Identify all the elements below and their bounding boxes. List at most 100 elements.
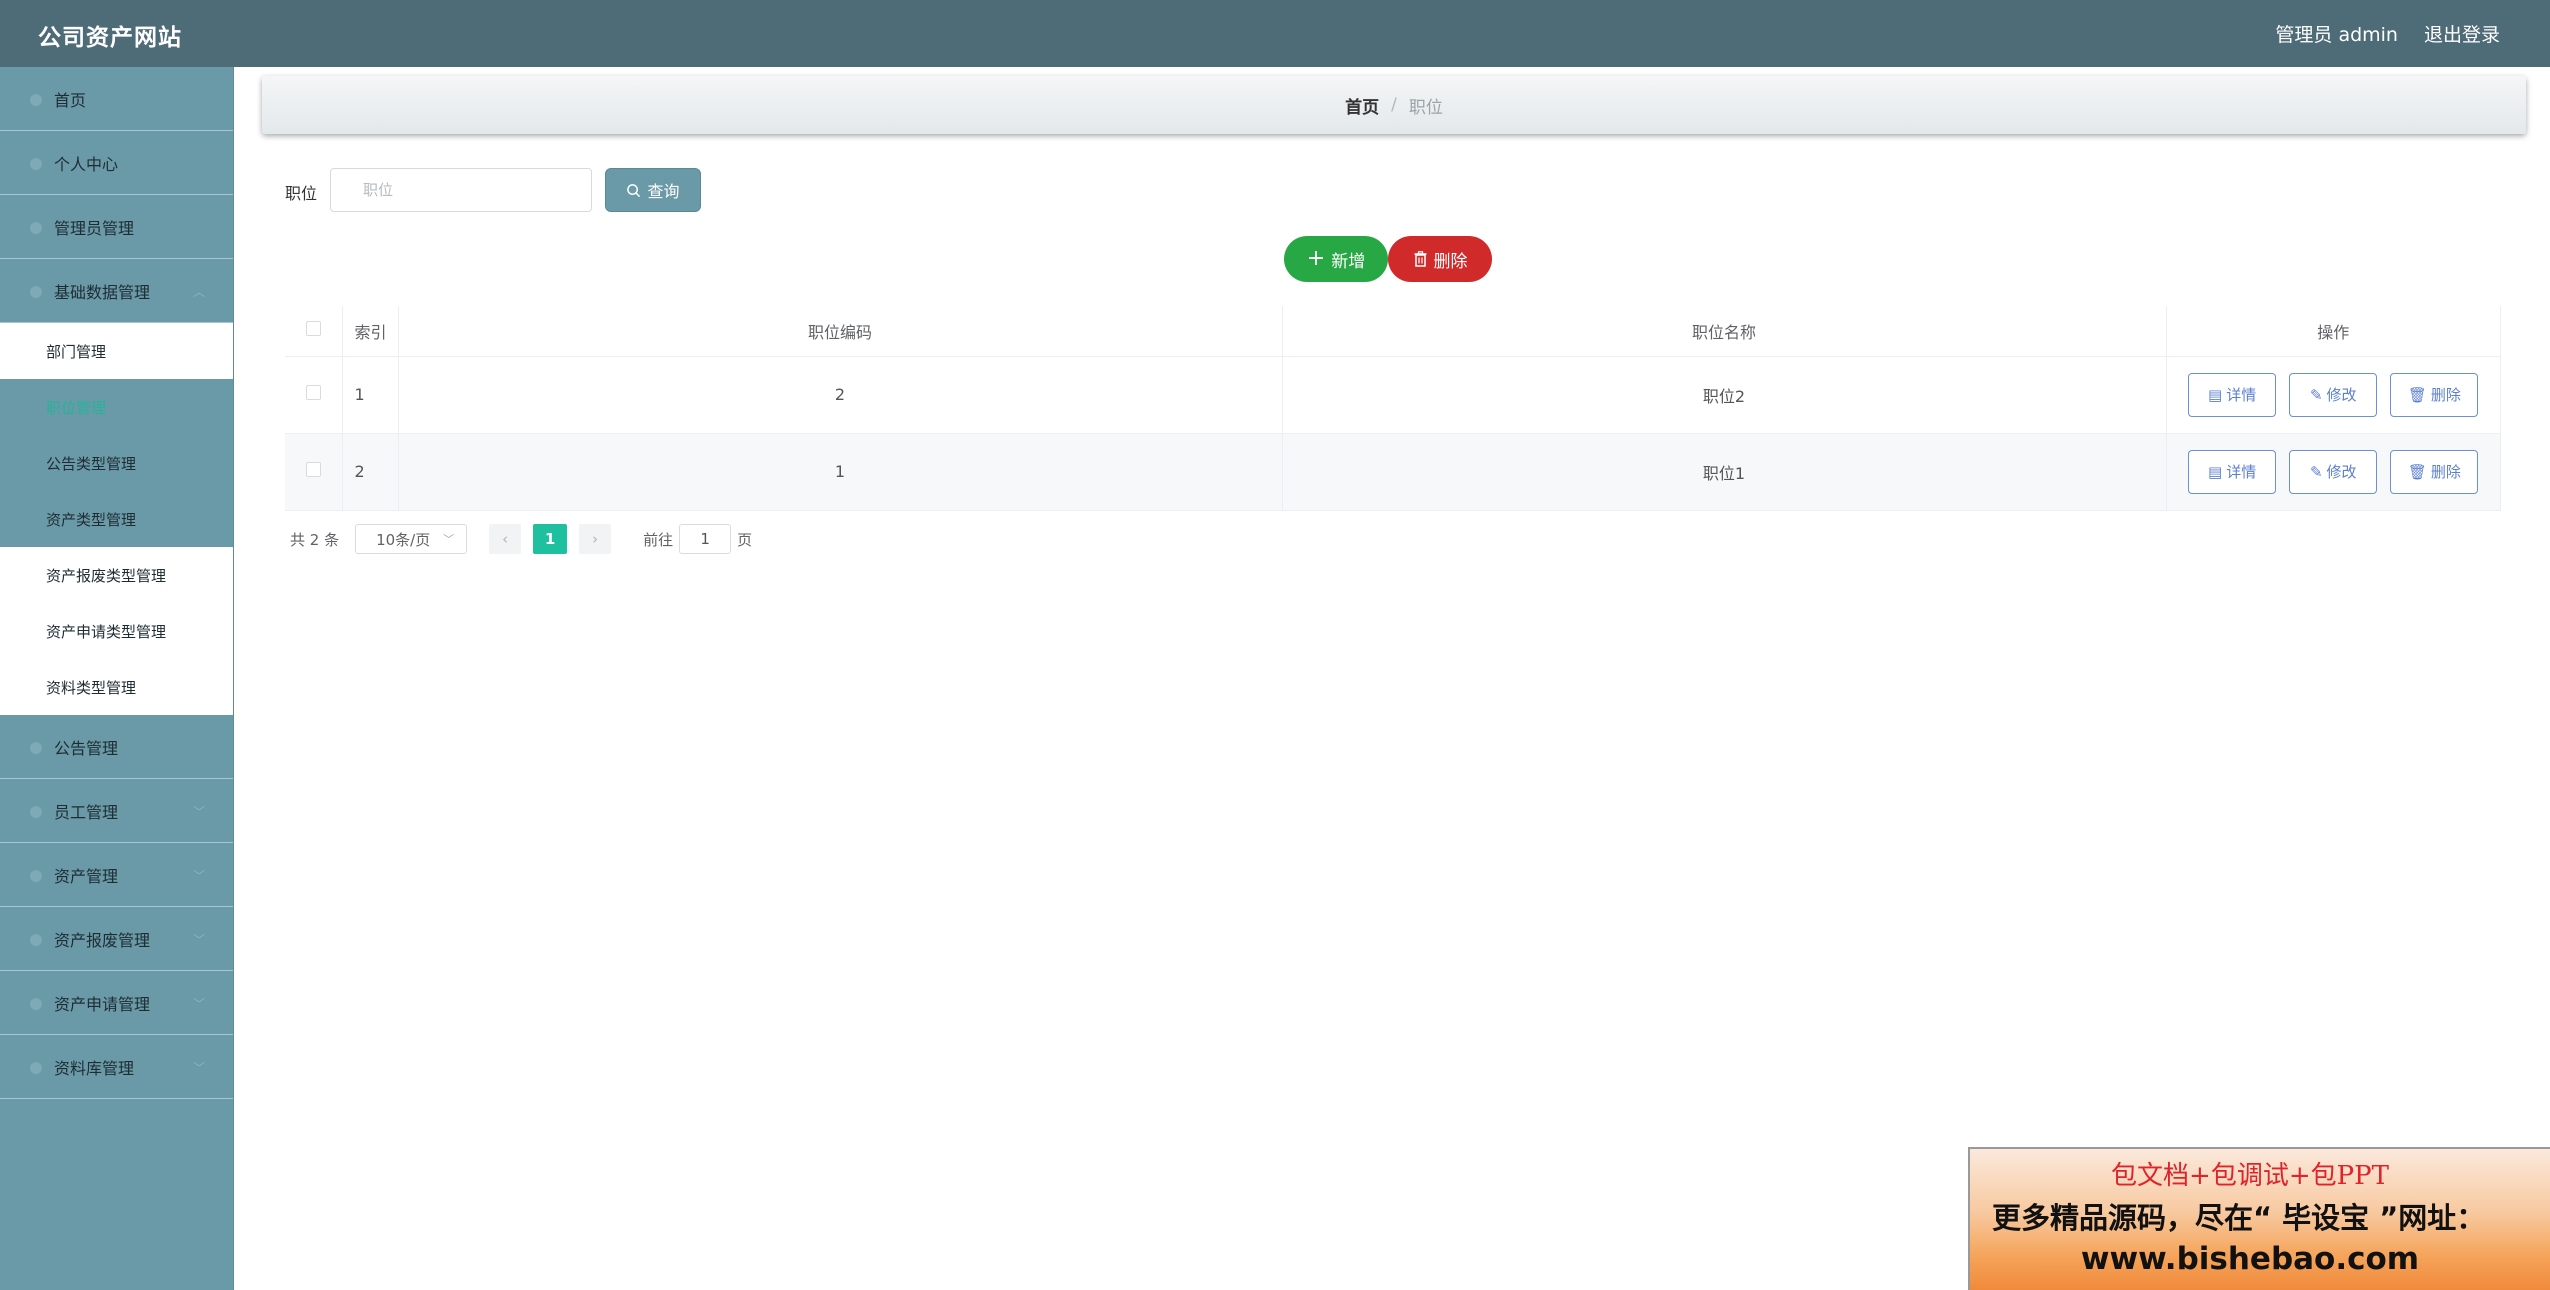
logout-link[interactable]: 退出登录 (2424, 20, 2500, 47)
sidebar-item-label: 基础数据管理 (54, 282, 151, 302)
chevron-left-icon: ‹ (502, 530, 509, 548)
chevron-right-icon: › (592, 530, 599, 548)
ad-banner: 包文档+包调试+包PPT 更多精品源码，尽在“ 毕设宝 ”网址： www.bis… (1968, 1147, 2550, 1290)
page-number-current[interactable]: 1 (533, 524, 568, 554)
chevron-down-icon: ﹀ (192, 933, 205, 947)
batch-delete-button[interactable]: 删除 (1388, 236, 1492, 282)
sidebar-item-notice[interactable]: 公告管理 (0, 715, 233, 779)
row-name: 职位2 (1282, 356, 2167, 434)
detail-button[interactable]: ▤ 详情 (2188, 449, 2277, 494)
home-icon (30, 94, 42, 106)
employee-icon (30, 806, 42, 818)
submenu-item-doc-type[interactable]: 资料类型管理 (0, 659, 233, 715)
admin-icon (30, 222, 42, 234)
app-title: 公司资产网站 (38, 25, 182, 51)
detail-button-label: 详情 (2226, 386, 2257, 404)
notice-icon (30, 742, 42, 754)
sidebar-item-admin[interactable]: 管理员管理 (0, 195, 233, 259)
add-button[interactable]: + 新增 (1284, 236, 1388, 282)
edit-button[interactable]: ✎ 修改 (2289, 449, 2378, 494)
sidebar-item-employee[interactable]: 员工管理 ﹀ (0, 779, 233, 843)
sidebar-item-asset[interactable]: 资产管理 ﹀ (0, 843, 233, 907)
edit-button-label: 修改 (2326, 463, 2357, 481)
sidebar-item-label: 首页 (54, 90, 87, 110)
row-checkbox-cell (285, 433, 343, 511)
column-header-code: 职位编码 (398, 306, 1283, 357)
row-checkbox-cell (285, 356, 343, 434)
add-button-label: 新增 (1331, 251, 1366, 272)
search-button[interactable]: 查询 (605, 168, 701, 212)
chevron-up-icon: ︿ (192, 285, 205, 299)
next-page-button[interactable]: › (579, 524, 612, 554)
submenu-item-scrap-type[interactable]: 资产报废类型管理 (0, 547, 233, 603)
current-user[interactable]: 管理员 admin (2275, 20, 2398, 47)
search-icon (627, 183, 641, 197)
sidebar-item-asset-apply[interactable]: 资产申请管理 ﹀ (0, 971, 233, 1035)
search-button-label: 查询 (647, 182, 680, 201)
positions-table: 索引 职位编码 职位名称 操作 1 2 职位2 ▤ 详情 ✎ 修改 🗑 删除 2 1 … (285, 306, 2501, 511)
sidebar-item-home[interactable]: 首页 (0, 67, 233, 131)
row-delete-button[interactable]: 🗑 删除 (2390, 449, 2479, 494)
submenu-item-notice-type[interactable]: 公告类型管理 (0, 435, 233, 491)
row-delete-button-label: 删除 (2430, 386, 2461, 404)
asset-icon (30, 870, 42, 882)
document-icon: ▤ (2208, 462, 2223, 481)
table-row: 2 1 职位1 ▤ 详情 ✎ 修改 🗑 删除 (285, 433, 2501, 511)
sidebar-item-profile[interactable]: 个人中心 (0, 131, 233, 195)
edit-button[interactable]: ✎ 修改 (2289, 372, 2378, 417)
detail-button[interactable]: ▤ 详情 (2188, 372, 2277, 417)
table-header-row: 索引 职位编码 职位名称 操作 (285, 306, 2501, 357)
delete-button-label: 删除 (1433, 251, 1468, 272)
chevron-down-icon: ﹀ (192, 1061, 205, 1075)
top-bar: 公司资产网站 管理员 admin 退出登录 (0, 0, 2550, 67)
select-all-checkbox[interactable] (305, 321, 321, 337)
ad-line-2: 更多精品源码，尽在“ 毕设宝 ”网址： (1992, 1201, 2486, 1235)
row-delete-button[interactable]: 🗑 删除 (2390, 372, 2479, 417)
sidebar-item-label: 资产申请管理 (54, 994, 151, 1014)
submenu-item-asset-type[interactable]: 资产类型管理 (0, 491, 233, 547)
row-code: 2 (398, 356, 1283, 434)
submenu-item-department[interactable]: 部门管理 (0, 323, 233, 379)
pencil-icon: ✎ (2309, 385, 2323, 404)
library-icon (30, 1062, 42, 1074)
sidebar-item-label: 资产报废管理 (54, 930, 151, 950)
row-actions: ▤ 详情 ✎ 修改 🗑 删除 (2166, 433, 2501, 511)
table-row: 1 2 职位2 ▤ 详情 ✎ 修改 🗑 删除 (285, 356, 2501, 434)
breadcrumb: 首页 / 职位 (262, 76, 2526, 134)
data-icon (30, 286, 42, 298)
sidebar-item-library[interactable]: 资料库管理 ﹀ (0, 1035, 233, 1099)
goto-page-input[interactable] (679, 524, 732, 554)
ad-line-1: 包文档+包调试+包PPT (2111, 1161, 2389, 1191)
page-size-select[interactable]: 10条/页 ﹀ (355, 524, 468, 554)
submenu-item-position[interactable]: 职位管理 (0, 379, 233, 435)
sidebar-item-asset-scrap[interactable]: 资产报废管理 ﹀ (0, 907, 233, 971)
scrap-icon (30, 934, 42, 946)
row-actions: ▤ 详情 ✎ 修改 🗑 删除 (2166, 356, 2501, 434)
sidebar-item-label: 资料库管理 (54, 1058, 135, 1078)
sidebar-item-label: 资产管理 (54, 866, 119, 886)
sidebar: 首页 个人中心 管理员管理 基础数据管理 ︿ 部门管理 职位管理 公告类型管理 … (0, 67, 234, 1290)
column-header-name: 职位名称 (1282, 306, 2167, 357)
page-size-value: 10条/页 (376, 530, 431, 549)
sidebar-item-label: 公告管理 (54, 738, 119, 758)
trash-icon: 🗑 (2407, 385, 2427, 404)
user-icon (30, 158, 42, 170)
submenu-item-apply-type[interactable]: 资产申请类型管理 (0, 603, 233, 659)
sidebar-item-label: 管理员管理 (54, 218, 135, 238)
top-right-menu: 管理员 admin 退出登录 (2275, 20, 2500, 47)
search-input[interactable] (330, 168, 592, 212)
chevron-down-icon: ﹀ (443, 533, 455, 546)
goto-suffix: 页 (737, 530, 753, 549)
row-checkbox[interactable] (305, 385, 321, 400)
pagination-total: 共 2 条 (290, 530, 340, 549)
sidebar-item-basic-data[interactable]: 基础数据管理 ︿ (0, 259, 233, 323)
chevron-down-icon: ﹀ (192, 805, 205, 819)
row-checkbox[interactable] (305, 462, 321, 477)
row-delete-button-label: 删除 (2430, 463, 2461, 481)
goto-prefix: 前往 (643, 530, 674, 549)
breadcrumb-home[interactable]: 首页 (1345, 93, 1379, 118)
edit-button-label: 修改 (2326, 386, 2357, 404)
prev-page-button[interactable]: ‹ (489, 524, 522, 554)
breadcrumb-separator: / (1391, 95, 1397, 115)
pencil-icon: ✎ (2309, 462, 2323, 481)
